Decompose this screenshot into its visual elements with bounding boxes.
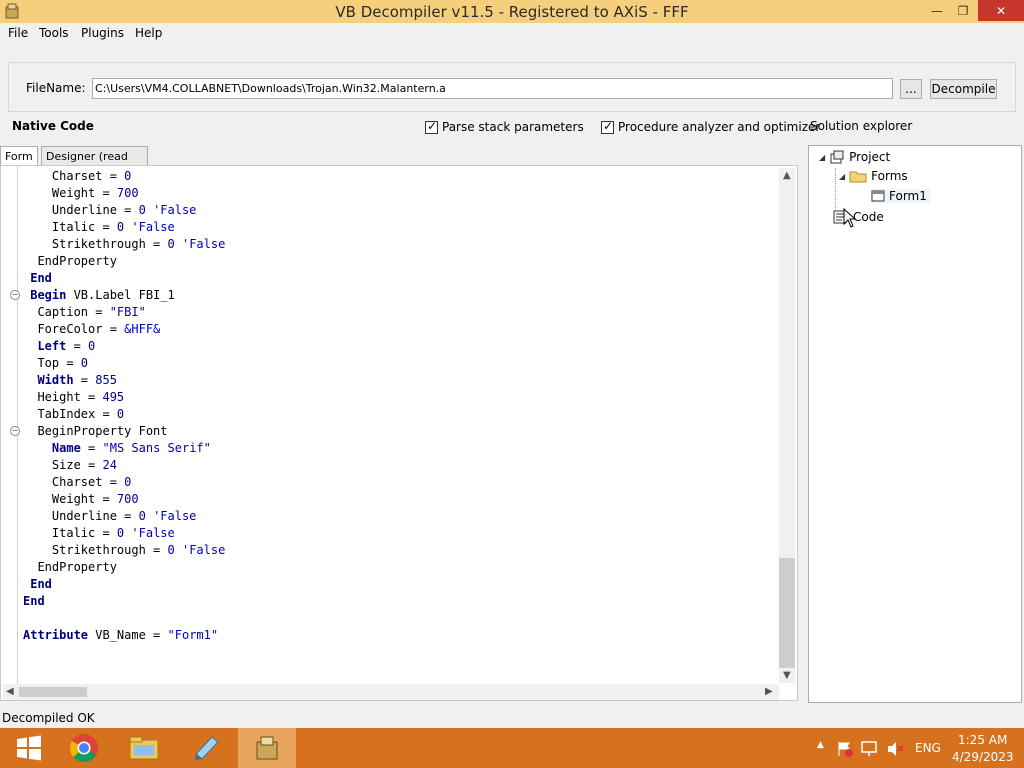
code-line[interactable]: End [23, 576, 225, 593]
code-line[interactable]: ForeColor = &HFF& [23, 321, 225, 338]
filename-input[interactable]: C:\Users\VM4.COLLABNET\Downloads\Trojan.… [92, 78, 893, 99]
fold-toggle-icon[interactable]: − [10, 290, 20, 300]
native-code-label: Native Code [12, 119, 94, 133]
language-indicator[interactable]: ENG [915, 741, 941, 755]
fold-toggle-icon[interactable]: − [10, 426, 20, 436]
code-line[interactable]: Top = 0 [23, 355, 225, 372]
chrome-icon [69, 734, 98, 763]
code-text[interactable]: Charset = 0 Weight = 700 Underline = 0 '… [23, 168, 225, 644]
code-line[interactable]: Weight = 700 [23, 185, 225, 202]
code-line[interactable]: EndProperty [23, 253, 225, 270]
expand-triangle-icon[interactable]: ◢ [839, 172, 845, 181]
code-line[interactable]: Underline = 0 'False [23, 508, 225, 525]
vb-decompiler-icon [256, 736, 278, 760]
taskbar-file-explorer[interactable] [115, 728, 173, 768]
tray-expand-icon[interactable]: ▲ [817, 740, 824, 750]
mouse-cursor-icon [843, 208, 857, 228]
expand-triangle-icon[interactable]: ◢ [819, 153, 825, 162]
menu-file[interactable]: File [8, 26, 28, 40]
code-line[interactable]: Strikethrough = 0 'False [23, 542, 225, 559]
minimize-button[interactable]: — [922, 0, 952, 21]
close-button[interactable]: ✕ [978, 0, 1024, 21]
menu-plugins[interactable]: Plugins [81, 26, 124, 40]
code-line[interactable]: Width = 855 [23, 372, 225, 389]
windows-logo-icon [17, 735, 41, 761]
code-line[interactable]: Begin VB.Label FBI_1 [23, 287, 225, 304]
code-line[interactable]: Height = 495 [23, 389, 225, 406]
tree-item-forms[interactable]: ◢ Forms [839, 169, 908, 183]
code-line[interactable]: Left = 0 [23, 338, 225, 355]
code-line[interactable]: Weight = 700 [23, 491, 225, 508]
code-line[interactable]: EndProperty [23, 559, 225, 576]
code-line[interactable]: End [23, 593, 225, 610]
code-line[interactable]: Attribute VB_Name = "Form1" [23, 627, 225, 644]
code-line[interactable]: Charset = 0 [23, 168, 225, 185]
code-line[interactable]: Strikethrough = 0 'False [23, 236, 225, 253]
clock-time[interactable]: 1:25 AM [958, 733, 1007, 747]
vertical-scroll-thumb[interactable] [779, 558, 795, 668]
tree-item-code[interactable]: Code [833, 209, 884, 225]
tree-label-forms: Forms [871, 169, 908, 183]
tree-label-form1: Form1 [889, 189, 927, 203]
filename-label: FileName: [26, 81, 86, 95]
horizontal-scrollbar[interactable] [3, 684, 779, 700]
tab-designer[interactable]: Designer (read only) [41, 146, 148, 176]
taskbar-vb-decompiler[interactable] [238, 728, 296, 768]
tab-form[interactable]: Form [0, 146, 38, 166]
menu-help[interactable]: Help [135, 26, 162, 40]
taskbar-notepad[interactable] [177, 728, 235, 768]
procedure-analyzer-label: Procedure analyzer and optimizer [618, 120, 821, 134]
code-line[interactable]: Italic = 0 'False [23, 525, 225, 542]
decompile-button[interactable]: Decompile [930, 79, 997, 99]
scroll-right-icon[interactable]: ▶ [765, 686, 773, 697]
procedure-analyzer-checkbox[interactable]: Procedure analyzer and optimizer [601, 119, 821, 134]
taskbar: ▲ ENG 1:25 AM 4/29/2023 [0, 728, 1024, 768]
action-center-flag-icon[interactable] [836, 740, 854, 758]
maximize-button[interactable]: ❐ [950, 0, 976, 21]
start-button[interactable] [0, 728, 58, 768]
code-line[interactable]: Underline = 0 'False [23, 202, 225, 219]
code-editor[interactable]: − − Charset = 0 Weight = 700 Underline =… [0, 165, 798, 701]
code-line[interactable]: Size = 24 [23, 457, 225, 474]
status-bar: Decompiled OK [0, 708, 1024, 728]
scroll-up-icon[interactable]: ▲ [783, 170, 791, 181]
solution-explorer-label: Solution explorer [810, 119, 913, 133]
scroll-down-icon[interactable]: ▼ [783, 670, 791, 681]
tree-item-form1[interactable]: Form1 [871, 189, 930, 203]
tree-item-project[interactable]: ◢ Project [819, 149, 890, 165]
code-line[interactable]: End [23, 270, 225, 287]
tree-label-project: Project [849, 150, 891, 164]
folder-icon [849, 171, 867, 183]
parse-stack-label: Parse stack parameters [442, 120, 584, 134]
parse-stack-check-box[interactable] [425, 119, 438, 134]
file-explorer-icon [129, 736, 159, 760]
code-line[interactable]: Name = "MS Sans Serif" [23, 440, 225, 457]
code-line[interactable]: Charset = 0 [23, 474, 225, 491]
project-icon [830, 150, 844, 164]
code-line[interactable]: TabIndex = 0 [23, 406, 225, 423]
solution-explorer-tree[interactable]: ◢ Project ◢ Forms Form1 Code [808, 145, 1022, 703]
horizontal-scroll-thumb[interactable] [19, 687, 87, 697]
tree-label-code: Code [853, 210, 884, 224]
menu-tools[interactable]: Tools [39, 26, 69, 40]
clock-date[interactable]: 4/29/2023 [952, 750, 1014, 764]
notepad-icon [195, 736, 219, 760]
taskbar-chrome[interactable] [55, 728, 113, 768]
scroll-left-icon[interactable]: ◀ [6, 686, 14, 697]
network-icon[interactable] [860, 740, 880, 758]
title-bar: VB Decompiler v11.5 - Registered to AXiS… [0, 0, 1024, 23]
form-icon [871, 190, 885, 202]
volume-muted-icon[interactable] [886, 740, 904, 758]
menu-bar: File Tools Plugins Help [0, 23, 1024, 43]
window-title: VB Decompiler v11.5 - Registered to AXiS… [335, 3, 689, 21]
procedure-analyzer-check-box[interactable] [601, 119, 614, 134]
code-line[interactable]: Italic = 0 'False [23, 219, 225, 236]
parse-stack-checkbox[interactable]: Parse stack parameters [425, 119, 584, 134]
browse-button[interactable]: ... [900, 79, 922, 99]
code-line[interactable]: Caption = "FBI" [23, 304, 225, 321]
code-line[interactable] [23, 610, 225, 627]
code-line[interactable]: BeginProperty Font [23, 423, 225, 440]
